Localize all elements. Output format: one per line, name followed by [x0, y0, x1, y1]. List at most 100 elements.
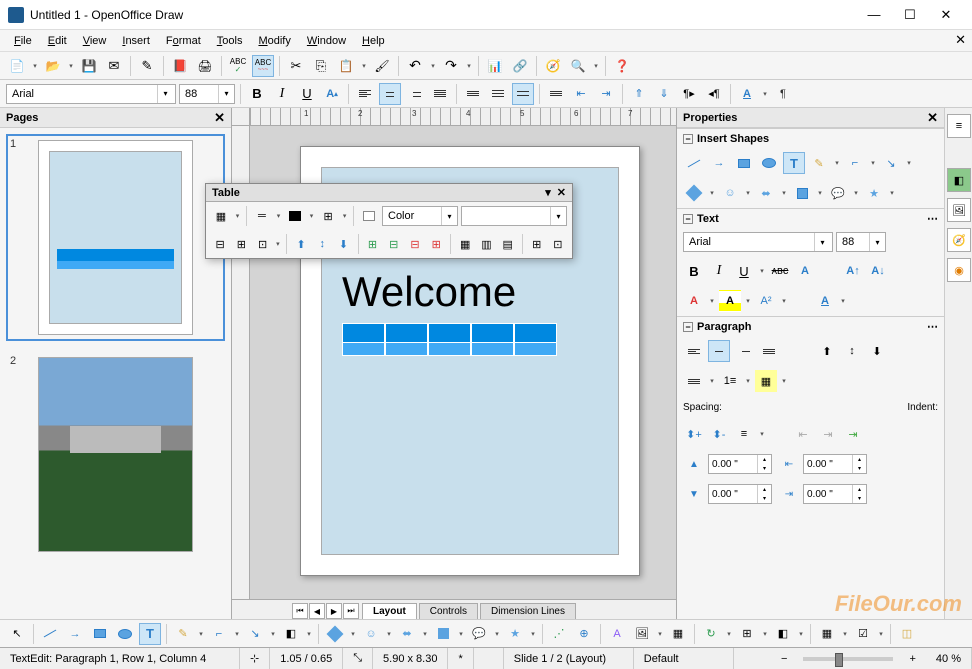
media-toggle[interactable]: ▦ — [667, 623, 689, 645]
edit-file-button[interactable] — [136, 55, 158, 77]
stars-bottom[interactable]: ★ — [504, 623, 526, 645]
panel-underline[interactable]: U — [733, 260, 755, 282]
color-picker-combo[interactable]: ▾ — [461, 206, 567, 226]
new-table-btn[interactable]: ▦ — [211, 205, 231, 227]
zoom-slider[interactable] — [803, 657, 893, 661]
inc-indent[interactable]: ⇥ — [817, 423, 839, 445]
line-sp[interactable]: ≡ — [733, 423, 755, 445]
numbering-btn[interactable]: 1≡ — [719, 370, 741, 392]
flow-bottom[interactable] — [432, 623, 454, 645]
rtl-button[interactable]: ◂¶ — [703, 83, 725, 105]
panel-enlarge[interactable]: A↑ — [842, 260, 864, 282]
properties-close-icon[interactable]: ✕ — [927, 110, 938, 126]
line-spacing-2-button[interactable] — [512, 83, 534, 105]
border-color-btn[interactable] — [285, 205, 305, 227]
3d-btn[interactable]: ◧ — [280, 623, 302, 645]
inc-spacing[interactable]: ⬍+ — [683, 423, 705, 445]
panel-strike[interactable]: ᴀʙᴄ — [769, 260, 791, 282]
tab-layout[interactable]: Layout — [362, 603, 417, 619]
merge-cells-btn[interactable]: ⊟ — [211, 233, 229, 255]
align-btn[interactable]: ⊞ — [736, 623, 758, 645]
demote-button[interactable]: ⇥ — [595, 83, 617, 105]
zoom-button[interactable] — [567, 55, 589, 77]
align-right-button[interactable] — [404, 83, 426, 105]
bgcolor-btn[interactable]: ▦ — [755, 370, 777, 392]
line-style-btn[interactable]: ═ — [252, 205, 272, 227]
status-layout[interactable]: Default — [634, 648, 734, 669]
space-above-input[interactable]: ▴▾ — [708, 454, 772, 474]
bullets-btn[interactable] — [683, 370, 705, 392]
align-left-button[interactable] — [354, 83, 376, 105]
redo-button[interactable] — [440, 55, 462, 77]
from-file-btn[interactable]: 🖼 — [631, 623, 653, 645]
spellcheck-button[interactable]: ABC — [227, 55, 249, 77]
chart-button[interactable] — [484, 55, 506, 77]
underline-button[interactable]: U — [296, 83, 318, 105]
move-down-button[interactable]: ⇓ — [653, 83, 675, 105]
optimize-btn[interactable]: ⊡ — [253, 233, 271, 255]
extrusion-btn[interactable]: ◫ — [896, 623, 918, 645]
menu-file[interactable]: File — [6, 33, 40, 49]
pages-list[interactable]: 1 2 — [0, 128, 231, 619]
dec-spacing[interactable]: ⬍- — [708, 423, 730, 445]
table-toolbar-dropdown[interactable]: ▾ — [545, 186, 551, 199]
hang-indent[interactable]: ⇥ — [842, 423, 864, 445]
block-arrows-tool[interactable]: ⬌ — [755, 182, 777, 204]
table-row-1[interactable] — [342, 323, 557, 343]
panel-size-combo[interactable]: ▾ — [836, 232, 886, 252]
tab-last[interactable]: ⏭ — [343, 603, 359, 619]
promote-button[interactable]: ⇤ — [570, 83, 592, 105]
more-icon[interactable]: ⋯ — [927, 320, 938, 333]
valign-bot[interactable]: ⬇ — [866, 340, 888, 362]
split-cells-btn[interactable]: ⊞ — [232, 233, 250, 255]
valign-top[interactable]: ⬆ — [816, 340, 838, 362]
borders-btn[interactable]: ⊞ — [318, 205, 338, 227]
align-justify-button[interactable] — [429, 83, 451, 105]
fontwork-btn[interactable]: A — [606, 623, 628, 645]
indent-left-input[interactable]: ▴▾ — [803, 454, 867, 474]
sidebar-menu-icon[interactable]: ≡ — [947, 114, 971, 138]
new-dropdown[interactable]: ▾ — [31, 62, 39, 70]
indent-right-input[interactable]: ▴▾ — [803, 484, 867, 504]
open-dropdown[interactable]: ▾ — [67, 62, 75, 70]
select-table-btn[interactable]: ▦ — [456, 233, 474, 255]
styles-deck-icon[interactable]: ◉ — [947, 258, 971, 282]
zoom-out[interactable]: − — [771, 648, 797, 669]
arrow-tool-bottom[interactable]: → — [64, 623, 86, 645]
callout-bottom[interactable]: 💬 — [468, 623, 490, 645]
menu-format[interactable]: Format — [158, 33, 209, 49]
tab-controls[interactable]: Controls — [419, 603, 478, 619]
italic-button[interactable]: I — [271, 83, 293, 105]
space-below-input[interactable]: ▴▾ — [708, 484, 772, 504]
tab-next[interactable]: ▶ — [326, 603, 342, 619]
flowchart-tool[interactable] — [791, 182, 813, 204]
rectangle-tool[interactable] — [733, 152, 755, 174]
font-name-combo[interactable]: ▾ — [6, 84, 176, 104]
lines-btn[interactable]: ↘ — [244, 623, 266, 645]
para-center[interactable] — [708, 340, 730, 362]
table-design-btn[interactable]: ⊞ — [528, 233, 546, 255]
panel-italic[interactable]: I — [708, 260, 730, 282]
section-text[interactable]: − Text ⋯ — [677, 208, 944, 228]
highlight[interactable]: A — [719, 290, 741, 312]
bold-button[interactable]: B — [246, 83, 268, 105]
horizontal-ruler[interactable]: 1 2 3 4 5 6 7 — [232, 108, 676, 126]
select-row-btn[interactable]: ▤ — [499, 233, 517, 255]
pages-close-icon[interactable]: ✕ — [214, 110, 225, 126]
table-toolbar-header[interactable]: Table ▾✕ — [206, 184, 572, 202]
font-name-input[interactable] — [7, 85, 157, 103]
minimize-button[interactable]: — — [856, 1, 892, 29]
spacing-btn[interactable]: A — [814, 290, 836, 312]
menu-insert[interactable]: Insert — [114, 33, 158, 49]
fill-style-btn[interactable] — [359, 205, 379, 227]
gallery-deck-icon[interactable]: 🖼 — [947, 198, 971, 222]
status-signature[interactable] — [474, 648, 504, 669]
insert-col-btn[interactable]: ⊟ — [385, 233, 403, 255]
more-icon[interactable]: ⋯ — [927, 212, 938, 225]
panel-font-combo[interactable]: ▾ — [683, 232, 833, 252]
para-justify[interactable] — [758, 340, 780, 362]
text-tool-bottom[interactable]: T — [139, 623, 161, 645]
font-name-dropdown[interactable]: ▾ — [157, 85, 173, 103]
panel-bold[interactable]: B — [683, 260, 705, 282]
menu-help[interactable]: Help — [354, 33, 393, 49]
